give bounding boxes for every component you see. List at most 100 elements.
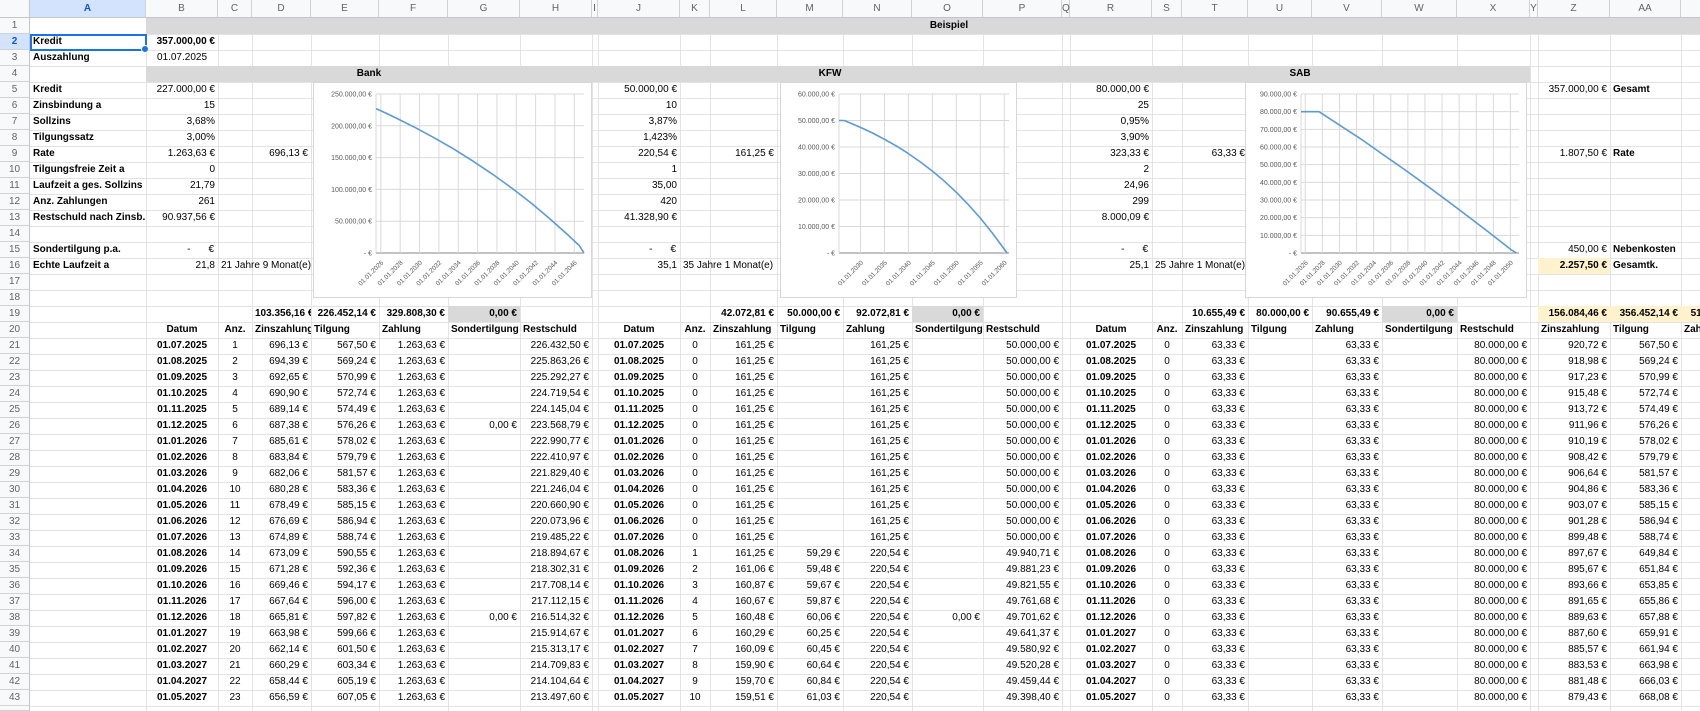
cell-C24[interactable]: 4 — [218, 386, 252, 402]
cell-F37[interactable]: 1.263,63 € — [379, 594, 448, 610]
cell-D31[interactable]: 678,49 € — [252, 498, 311, 514]
cell-V38[interactable]: 63,33 € — [1312, 610, 1382, 626]
row-label-13[interactable]: Restschuld nach Zinsb. — [30, 210, 146, 226]
cell-H43[interactable]: 213.497,60 € — [520, 690, 592, 706]
row-header-19[interactable]: 19 — [0, 306, 30, 322]
param-kfw-5[interactable]: 50.000,00 € — [598, 82, 680, 98]
cell-C42[interactable]: 22 — [218, 674, 252, 690]
cell-X36[interactable]: 80.000,00 € — [1457, 578, 1530, 594]
cell-Z28[interactable]: 908,42 € — [1538, 450, 1610, 466]
cell-L31[interactable]: 161,25 € — [710, 498, 777, 514]
cell-S31[interactable]: 0 — [1152, 498, 1182, 514]
column-header-V[interactable]: V — [1312, 0, 1382, 18]
cell-S38[interactable]: 0 — [1152, 610, 1182, 626]
cell-H34[interactable]: 218.894,67 € — [520, 546, 592, 562]
cell-J30[interactable]: 01.04.2026 — [598, 482, 680, 498]
cell-D35[interactable]: 671,28 € — [252, 562, 311, 578]
cell-F42[interactable]: 1.263,63 € — [379, 674, 448, 690]
cell-D38[interactable]: 665,81 € — [252, 610, 311, 626]
cell-T27[interactable]: 63,33 € — [1182, 434, 1248, 450]
cell-N39[interactable]: 220,54 € — [843, 626, 912, 642]
row-header-32[interactable]: 32 — [0, 514, 30, 530]
cell-C41[interactable]: 21 — [218, 658, 252, 674]
cell-D42[interactable]: 658,44 € — [252, 674, 311, 690]
cell-K29[interactable]: 0 — [680, 466, 710, 482]
row-header-15[interactable]: 15 — [0, 242, 30, 258]
column-header-J[interactable]: J — [598, 0, 680, 18]
cell-R39[interactable]: 01.01.2027 — [1070, 626, 1152, 642]
gesamtkosten[interactable]: 2.257,50 € — [1538, 258, 1610, 274]
cell-V29[interactable]: 63,33 € — [1312, 466, 1382, 482]
gesamt-total-1[interactable]: 356.452,14 € — [1610, 306, 1681, 322]
cell-J34[interactable]: 01.08.2026 — [598, 546, 680, 562]
cell-K43[interactable]: 10 — [680, 690, 710, 706]
cell-N26[interactable]: 161,25 € — [843, 418, 912, 434]
cell-L24[interactable]: 161,25 € — [710, 386, 777, 402]
header-bank-4[interactable]: Zahlung — [379, 322, 448, 338]
cell-D32[interactable]: 676,69 € — [252, 514, 311, 530]
cell-H32[interactable]: 220.073,96 € — [520, 514, 592, 530]
cell-L21[interactable]: 161,25 € — [710, 338, 777, 354]
cell-S37[interactable]: 0 — [1152, 594, 1182, 610]
cell-T29[interactable]: 63,33 € — [1182, 466, 1248, 482]
cell-B24[interactable]: 01.10.2025 — [146, 386, 218, 402]
cell-AA26[interactable]: 576,26 € — [1610, 418, 1681, 434]
cell-S25[interactable]: 0 — [1152, 402, 1182, 418]
cell-F24[interactable]: 1.263,63 € — [379, 386, 448, 402]
cell-E42[interactable]: 605,19 € — [311, 674, 379, 690]
column-header-H[interactable]: H — [520, 0, 592, 18]
row-header-27[interactable]: 27 — [0, 434, 30, 450]
cell-J32[interactable]: 01.06.2026 — [598, 514, 680, 530]
total-kfw-0[interactable]: 42.072,81 € — [710, 306, 777, 322]
cell-X38[interactable]: 80.000,00 € — [1457, 610, 1530, 626]
cell-C28[interactable]: 8 — [218, 450, 252, 466]
cell-B42[interactable]: 01.04.2027 — [146, 674, 218, 690]
cell-R31[interactable]: 01.05.2026 — [1070, 498, 1152, 514]
cell-N27[interactable]: 161,25 € — [843, 434, 912, 450]
cell-L29[interactable]: 161,25 € — [710, 466, 777, 482]
cell-AA35[interactable]: 651,84 € — [1610, 562, 1681, 578]
cell-S32[interactable]: 0 — [1152, 514, 1182, 530]
cell-N35[interactable]: 220,54 € — [843, 562, 912, 578]
rate-monthly-sab[interactable]: 63,33 € — [1182, 146, 1248, 162]
cell-M37[interactable]: 59,87 € — [777, 594, 843, 610]
header-kfw-4[interactable]: Zahlung — [843, 322, 912, 338]
cell-P31[interactable]: 50.000,00 € — [983, 498, 1062, 514]
column-header-A[interactable]: A — [30, 0, 146, 18]
cell-C26[interactable]: 6 — [218, 418, 252, 434]
cell-N24[interactable]: 161,25 € — [843, 386, 912, 402]
cell-K27[interactable]: 0 — [680, 434, 710, 450]
cell-H27[interactable]: 222.990,77 € — [520, 434, 592, 450]
header-kfw-5[interactable]: Sondertilgung — [912, 322, 983, 338]
row-label-7[interactable]: Sollzins — [30, 114, 146, 130]
cell-D22[interactable]: 694,39 € — [252, 354, 311, 370]
cell-H37[interactable]: 217.112,15 € — [520, 594, 592, 610]
cell-H40[interactable]: 215.313,17 € — [520, 642, 592, 658]
cell-H31[interactable]: 220.660,90 € — [520, 498, 592, 514]
cell-Z21[interactable]: 920,72 € — [1538, 338, 1610, 354]
cell-S41[interactable]: 0 — [1152, 658, 1182, 674]
cell-Z41[interactable]: 883,53 € — [1538, 658, 1610, 674]
cell-S22[interactable]: 0 — [1152, 354, 1182, 370]
cell-L35[interactable]: 161,06 € — [710, 562, 777, 578]
cell-T41[interactable]: 63,33 € — [1182, 658, 1248, 674]
cell-C34[interactable]: 14 — [218, 546, 252, 562]
cell-C31[interactable]: 11 — [218, 498, 252, 514]
cell-J39[interactable]: 01.01.2027 — [598, 626, 680, 642]
cell-B34[interactable]: 01.08.2026 — [146, 546, 218, 562]
cell-N43[interactable]: 220,54 € — [843, 690, 912, 706]
cell-N29[interactable]: 161,25 € — [843, 466, 912, 482]
cell-P35[interactable]: 49.881,23 € — [983, 562, 1062, 578]
cell-V28[interactable]: 63,33 € — [1312, 450, 1382, 466]
cell-R38[interactable]: 01.12.2026 — [1070, 610, 1152, 626]
row-label-2[interactable]: Kredit — [30, 34, 146, 50]
cell-J25[interactable]: 01.11.2025 — [598, 402, 680, 418]
header-sab-2[interactable]: Zinszahlung — [1182, 322, 1248, 338]
cell-Z30[interactable]: 904,86 € — [1538, 482, 1610, 498]
param-sab-11[interactable]: 24,96 — [1070, 178, 1152, 194]
cell-E27[interactable]: 578,02 € — [311, 434, 379, 450]
sondertilgung-kfw[interactable]: -€ — [598, 242, 680, 258]
total-sab-2[interactable]: 90.655,49 € — [1312, 306, 1382, 322]
cell-X25[interactable]: 80.000,00 € — [1457, 402, 1530, 418]
cell-V27[interactable]: 63,33 € — [1312, 434, 1382, 450]
